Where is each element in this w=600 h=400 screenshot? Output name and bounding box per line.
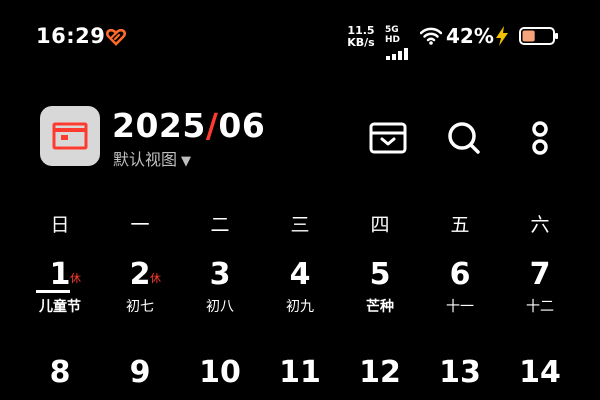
holiday-badge: 休 — [70, 272, 81, 285]
calendar-day[interactable]: 5 芒种 — [350, 258, 410, 316]
wifi-icon — [420, 27, 442, 45]
holiday-badge: 休 — [150, 272, 161, 285]
day-number: 8 — [49, 355, 71, 390]
calendar-day[interactable]: 7 十二 — [510, 258, 570, 316]
day-number: 5 — [369, 257, 391, 292]
year-text: 2025 — [112, 106, 206, 145]
battery-icon — [519, 27, 558, 45]
day-number: 11 — [279, 355, 321, 390]
calendar-day[interactable]: 9 — [110, 356, 170, 390]
day-number: 14 — [519, 355, 561, 390]
day-subtitle: 十二 — [526, 299, 554, 315]
day-number: 3 — [209, 257, 231, 292]
heart-icon — [106, 28, 126, 46]
day-subtitle: 十一 — [446, 299, 474, 315]
signal-indicator: 5G HD — [385, 25, 415, 64]
weekday-sat: 六 — [530, 214, 550, 236]
calendar-day[interactable]: 13 — [430, 356, 490, 390]
day-number: 12 — [359, 355, 401, 390]
day-subtitle: 儿童节 — [39, 299, 81, 315]
calendar-icon — [52, 122, 88, 150]
month-text: 06 — [218, 106, 266, 145]
bolt-icon — [496, 26, 508, 46]
day-number: 13 — [439, 355, 481, 390]
calendar-app-icon[interactable] — [40, 106, 100, 166]
day-number: 10 — [199, 355, 241, 390]
calendar-day[interactable]: 10 — [190, 356, 250, 390]
day-number: 7 — [529, 257, 551, 292]
view-label: 默认视图 — [113, 150, 178, 169]
day-subtitle: 芒种 — [366, 299, 394, 315]
selected-day-indicator — [36, 290, 70, 293]
current-month-title[interactable]: 2025/06 — [112, 106, 265, 145]
calendar-day[interactable]: 3 初八 — [190, 258, 250, 316]
calendar-day[interactable]: 2 初七 休 — [110, 258, 170, 316]
day-subtitle: 初八 — [206, 299, 234, 315]
day-subtitle: 初九 — [286, 299, 314, 315]
net-speed-unit: KB/s — [347, 36, 375, 49]
weekday-fri: 五 — [450, 214, 470, 236]
weekday-sun: 日 — [50, 214, 70, 236]
inbox-icon[interactable] — [368, 118, 408, 158]
day-number: 9 — [129, 355, 151, 390]
battery-percent: 42% — [446, 24, 494, 48]
calendar-day[interactable]: 8 — [30, 356, 90, 390]
day-number: 1 — [49, 257, 71, 292]
calendar-day[interactable]: 6 十一 — [430, 258, 490, 316]
weekday-tue: 二 — [210, 214, 230, 236]
view-selector[interactable]: 默认视图 ▼ — [113, 146, 191, 170]
caret-down-icon: ▼ — [181, 154, 192, 169]
weekday-mon: 一 — [130, 214, 150, 236]
status-time: 16:29 — [36, 24, 106, 48]
net-speed: 11.5 KB/s — [345, 25, 377, 49]
day-number: 4 — [289, 257, 311, 292]
day-number: 6 — [449, 257, 471, 292]
calendar-day[interactable]: 12 — [350, 356, 410, 390]
more-icon[interactable] — [520, 118, 560, 158]
calendar-day[interactable]: 11 — [270, 356, 330, 390]
weekday-thu: 四 — [370, 214, 390, 236]
calendar-day[interactable]: 1 儿童节 休 — [30, 258, 90, 316]
day-subtitle: 初七 — [126, 299, 154, 315]
calendar-day[interactable]: 14 — [510, 356, 570, 390]
calendar-day[interactable]: 4 初九 — [270, 258, 330, 316]
day-number: 2 — [129, 257, 151, 292]
network-type: 5G HD — [385, 25, 401, 45]
weekday-wed: 三 — [290, 214, 310, 236]
search-icon[interactable] — [444, 118, 484, 158]
signal-icon — [386, 48, 408, 60]
date-separator: / — [205, 106, 219, 145]
